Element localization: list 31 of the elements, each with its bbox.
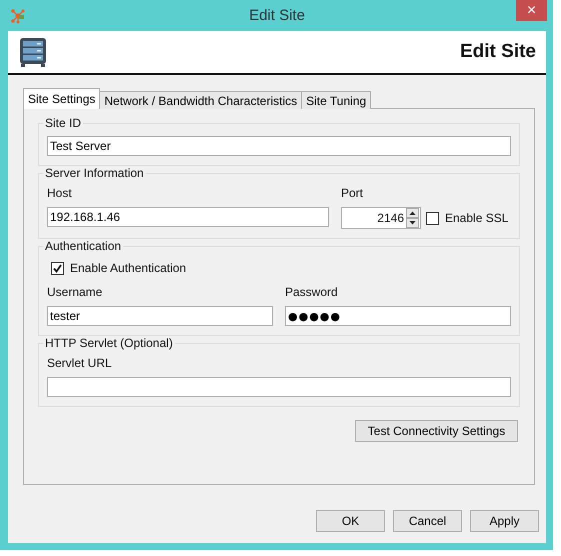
field-label: Username [47, 285, 104, 300]
close-button[interactable]: × [516, 0, 547, 21]
password-field[interactable]: ●●●●● [285, 306, 511, 326]
test-connectivity-button[interactable]: Test Connectivity Settings [355, 420, 518, 442]
check-icon [52, 262, 63, 274]
field-label: Port [341, 186, 364, 201]
app-icon [10, 8, 26, 24]
enable-authentication-checkbox[interactable]: Enable Authentication [51, 261, 511, 275]
header-title: Edit Site [460, 41, 536, 63]
dialog-button[interactable]: OK [316, 510, 385, 532]
dialog-button[interactable]: Apply [470, 510, 539, 532]
ssl-checkbox[interactable]: Enable SSL [426, 211, 508, 225]
server-icon [19, 37, 47, 67]
field-label: Password [285, 285, 339, 300]
field-label: Servlet URL [47, 356, 113, 371]
port-spinner[interactable]: 2146 [341, 207, 421, 229]
window-title: Edit Site [249, 7, 305, 24]
group-title: HTTP Servlet (Optional) [43, 336, 175, 350]
tab[interactable]: Network / Bandwidth Characteristics [99, 91, 302, 109]
username-field[interactable]: tester [47, 306, 273, 326]
host-field[interactable]: 192.168.1.46 [47, 207, 329, 227]
group-title: Authentication [43, 239, 124, 253]
site-id-field[interactable]: Test Server [47, 136, 511, 156]
field-label: Host [47, 186, 73, 201]
tab[interactable]: Site Tuning [301, 91, 372, 109]
dialog-button[interactable]: Cancel [393, 510, 462, 532]
tab[interactable]: Site Settings [23, 88, 100, 109]
group-title: Site ID [43, 116, 84, 130]
spin-arrows-icon [406, 208, 419, 228]
servlet-url-field[interactable] [47, 377, 511, 397]
group-title: Server Information [43, 166, 146, 180]
